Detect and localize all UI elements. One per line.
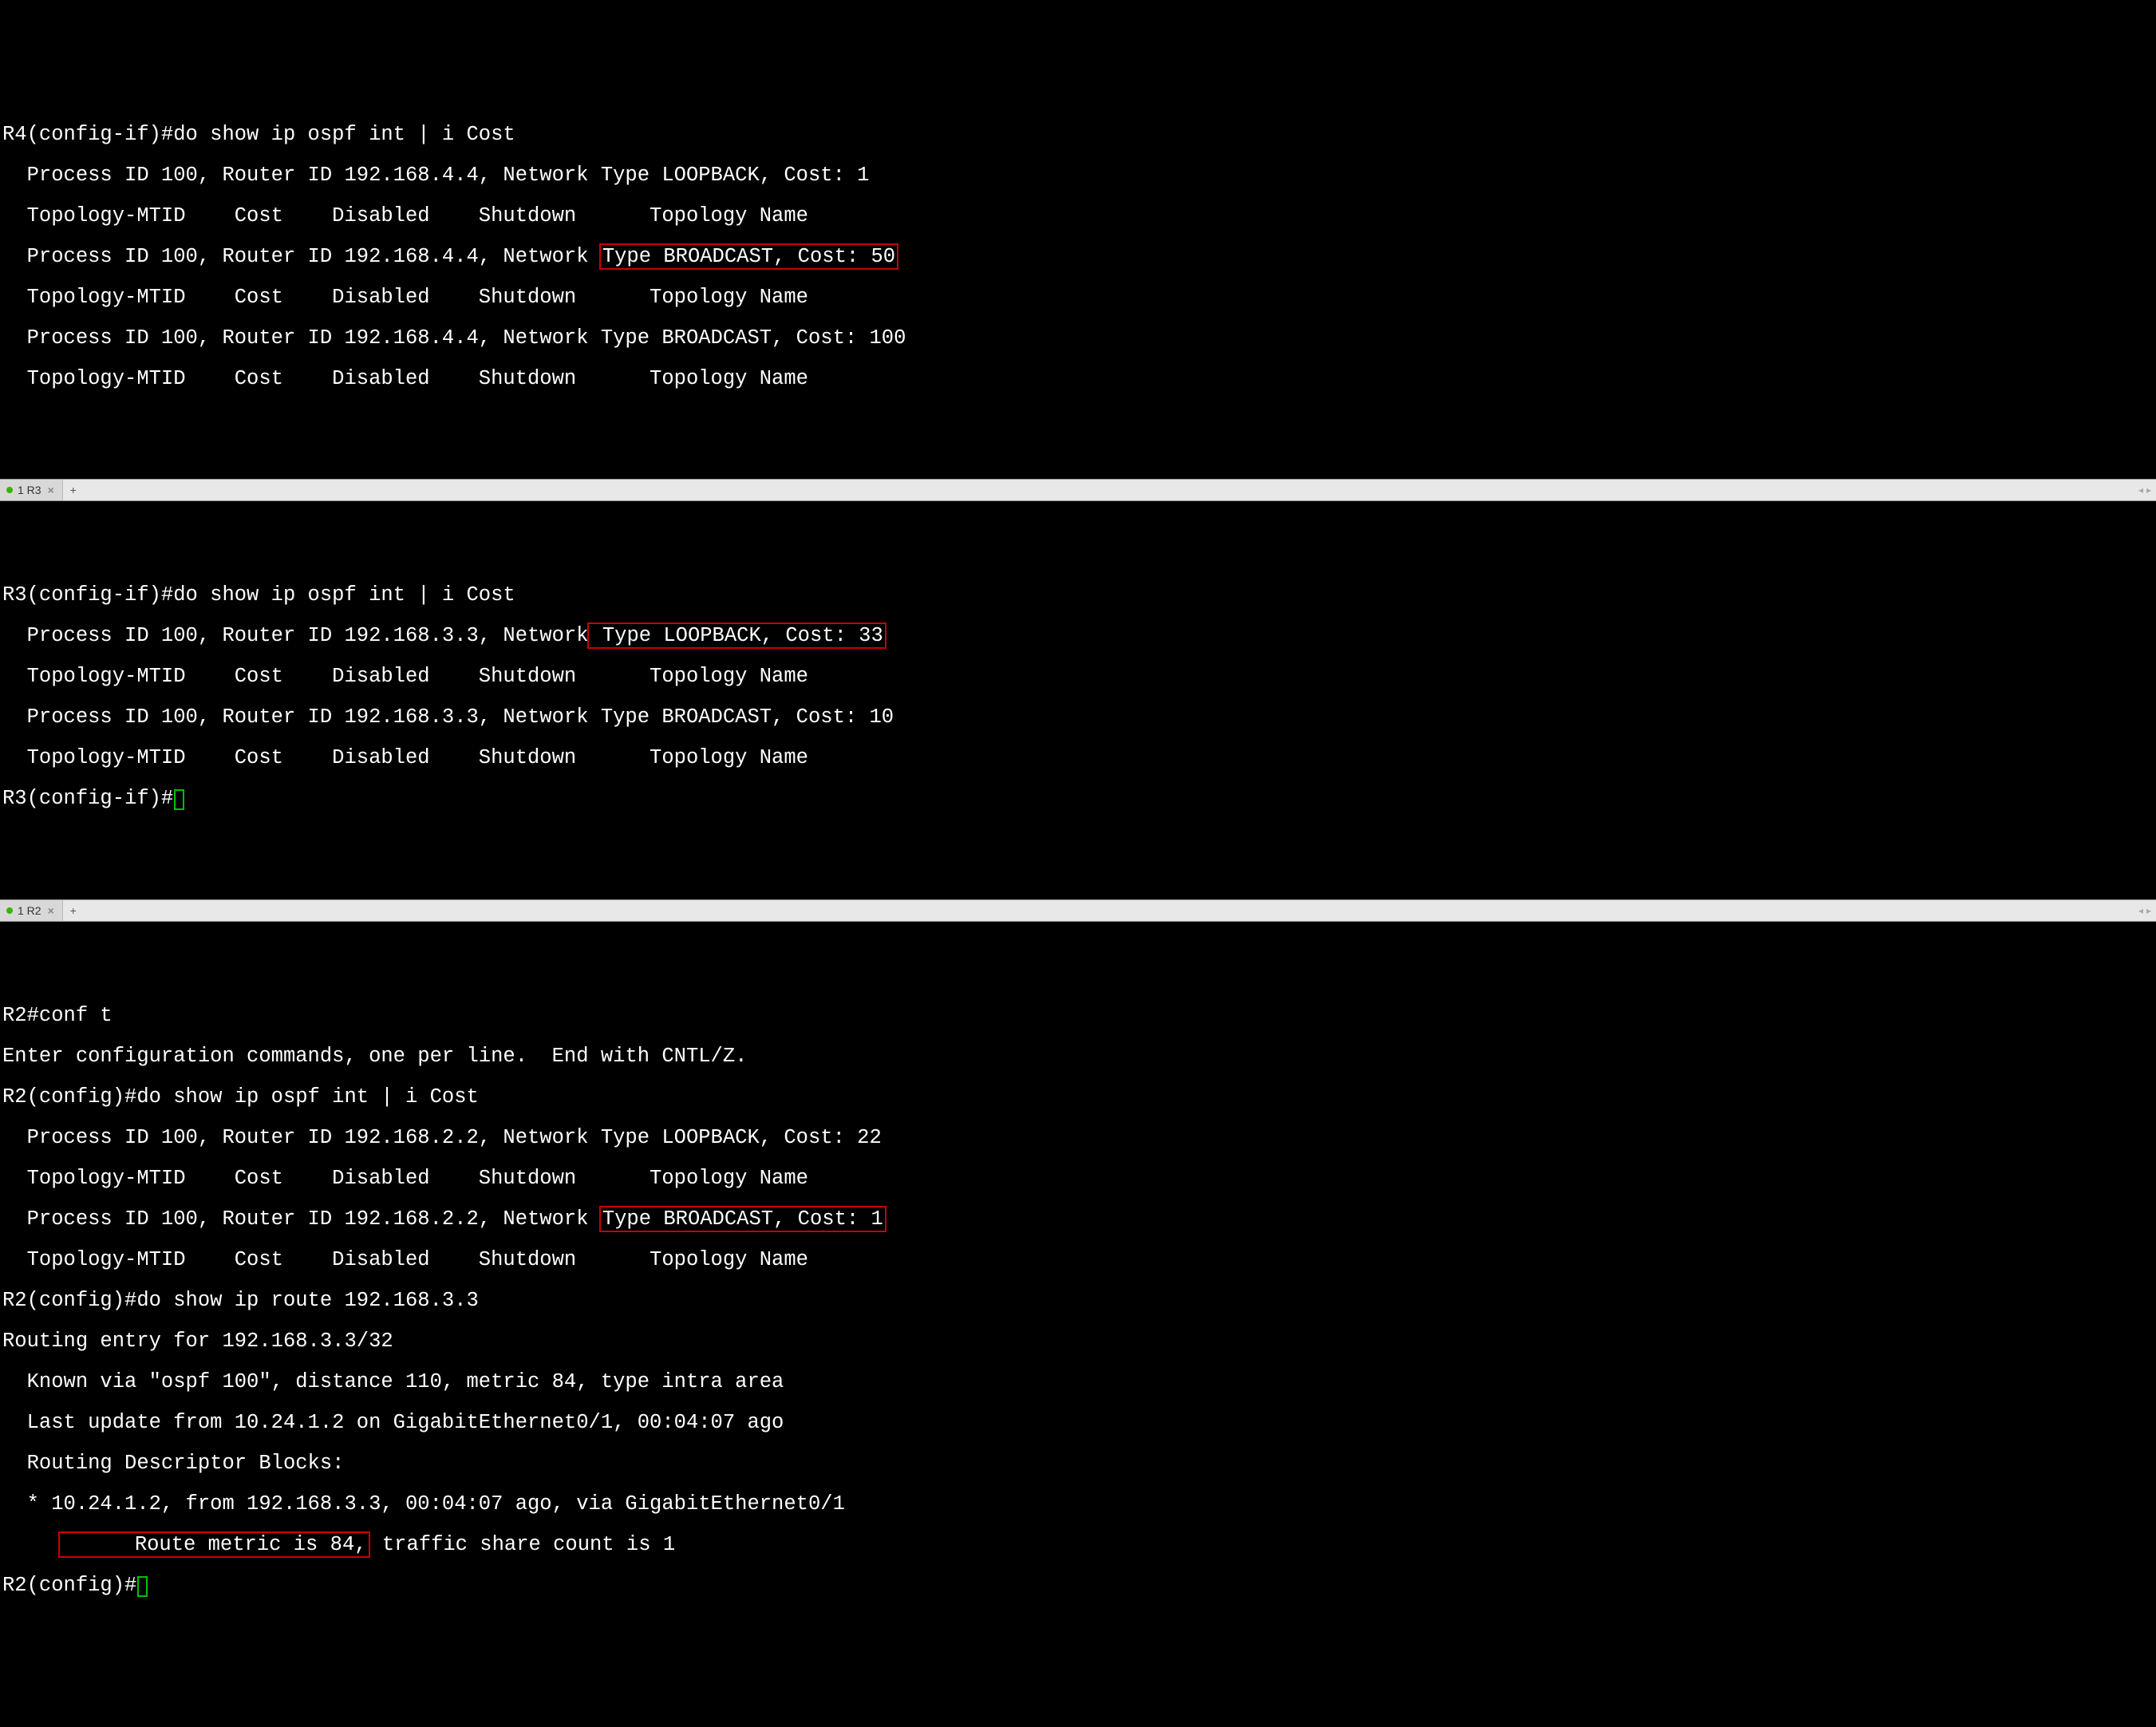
prompt-line: R3(config-if)# xyxy=(2,788,2154,810)
output-line: Topology-MTID Cost Disabled Shutdown Top… xyxy=(2,666,2154,687)
output-text: traffic share count is 1 xyxy=(370,1533,676,1556)
add-tab-button[interactable]: + xyxy=(66,903,81,918)
cmd-line: R2(config)#do show ip route 192.168.3.3 xyxy=(2,1290,2154,1311)
output-line: Routing Descriptor Blocks: xyxy=(2,1453,2154,1474)
output-line: Route metric is 84, traffic share count … xyxy=(2,1535,2154,1555)
highlight-box-route-metric-84: Route metric is 84, xyxy=(58,1531,370,1558)
output-line: Process ID 100, Router ID 192.168.2.2, N… xyxy=(2,1209,2154,1230)
prompt-text: R2(config)# xyxy=(2,1574,136,1597)
output-line: Process ID 100, Router ID 192.168.4.4, N… xyxy=(2,247,2154,267)
output-line: Process ID 100, Router ID 192.168.2.2, N… xyxy=(2,1128,2154,1148)
output-line: Topology-MTID Cost Disabled Shutdown Top… xyxy=(2,287,2154,308)
close-icon[interactable]: × xyxy=(46,484,56,496)
output-line: * 10.24.1.2, from 192.168.3.3, 00:04:07 … xyxy=(2,1494,2154,1515)
tab-r2[interactable]: 1 R2 × xyxy=(0,900,63,921)
tab-label: 1 R3 xyxy=(18,484,41,496)
highlight-box-broadcast-cost-50: Type BROADCAST, Cost: 50 xyxy=(599,243,898,270)
cmd-line: R2(config)#do show ip ospf int | i Cost xyxy=(2,1087,2154,1108)
output-line: Topology-MTID Cost Disabled Shutdown Top… xyxy=(2,748,2154,769)
tab-r3[interactable]: 1 R3 × xyxy=(0,480,63,500)
chevron-right-icon[interactable]: ▸ xyxy=(2146,906,2151,915)
output-line: Routing entry for 192.168.3.3/32 xyxy=(2,1331,2154,1352)
output-line: Enter configuration commands, one per li… xyxy=(2,1046,2154,1067)
cmd-line: R3(config-if)#do show ip ospf int | i Co… xyxy=(2,585,2154,606)
status-dot-icon xyxy=(6,907,13,914)
output-line: Topology-MTID Cost Disabled Shutdown Top… xyxy=(2,369,2154,389)
chevron-left-icon[interactable]: ◂ xyxy=(2138,906,2143,915)
output-line: Process ID 100, Router ID 192.168.4.4, N… xyxy=(2,165,2154,186)
output-line: Topology-MTID Cost Disabled Shutdown Top… xyxy=(2,1250,2154,1271)
tabbar-r2: 1 R2 × + ◂ ▸ xyxy=(0,899,2156,922)
terminal-r4[interactable]: R4(config-if)#do show ip ospf int | i Co… xyxy=(0,102,2156,418)
tabbar-r3: 1 R3 × + ◂ ▸ xyxy=(0,479,2156,501)
terminal-r3[interactable]: R3(config-if)#do show ip ospf int | i Co… xyxy=(0,562,2156,838)
prompt-line: R2(config)# xyxy=(2,1575,2154,1597)
output-line: Process ID 100, Router ID 192.168.3.3, N… xyxy=(2,707,2154,728)
output-text: Process ID 100, Router ID 192.168.2.2, N… xyxy=(2,1207,601,1231)
output-line: Last update from 10.24.1.2 on GigabitEth… xyxy=(2,1413,2154,1433)
status-dot-icon xyxy=(6,487,13,493)
tab-scroll-arrows: ◂ ▸ xyxy=(2138,485,2156,495)
chevron-left-icon[interactable]: ◂ xyxy=(2138,485,2143,495)
tab-scroll-arrows: ◂ ▸ xyxy=(2138,906,2156,915)
output-line: Known via "ospf 100", distance 110, metr… xyxy=(2,1372,2154,1393)
chevron-right-icon[interactable]: ▸ xyxy=(2146,485,2151,495)
highlight-box-loopback-cost-33: Type LOOPBACK, Cost: 33 xyxy=(587,622,886,649)
prompt-text: R3(config-if)# xyxy=(2,787,173,810)
output-text: Process ID 100, Router ID 192.168.3.3, N… xyxy=(2,624,589,647)
tab-label: 1 R2 xyxy=(18,905,41,916)
add-tab-button[interactable]: + xyxy=(66,483,81,497)
output-text: Process ID 100, Router ID 192.168.4.4, N… xyxy=(2,245,601,268)
output-line: Topology-MTID Cost Disabled Shutdown Top… xyxy=(2,1168,2154,1189)
cmd-line: R4(config-if)#do show ip ospf int | i Co… xyxy=(2,124,2154,145)
cursor-icon xyxy=(174,789,184,810)
close-icon[interactable]: × xyxy=(46,905,56,916)
cmd-line: R2#conf t xyxy=(2,1006,2154,1026)
cursor-icon xyxy=(137,1576,148,1597)
terminal-r2[interactable]: R2#conf t Enter configuration commands, … xyxy=(0,982,2156,1625)
highlight-box-broadcast-cost-1: Type BROADCAST, Cost: 1 xyxy=(599,1206,886,1232)
output-line: Process ID 100, Router ID 192.168.4.4, N… xyxy=(2,328,2154,349)
output-line: Process ID 100, Router ID 192.168.3.3, N… xyxy=(2,626,2154,646)
output-line: Topology-MTID Cost Disabled Shutdown Top… xyxy=(2,206,2154,227)
